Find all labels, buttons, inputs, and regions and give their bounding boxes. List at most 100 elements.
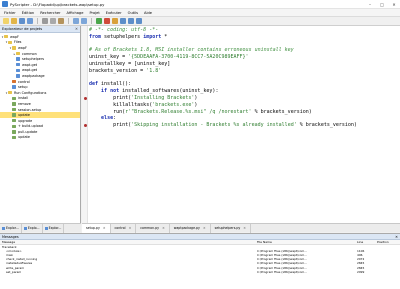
code-line[interactable]: if not installed_softwares(uninst_key):	[89, 88, 400, 95]
tree-item-label: + build-upload	[18, 124, 44, 129]
tree-item-label: pull-update	[18, 129, 38, 134]
column-position[interactable]: Position	[375, 240, 400, 244]
code-token: :	[113, 115, 117, 122]
code-line[interactable]	[89, 41, 400, 48]
code-token: % brackets_version)	[296, 122, 357, 129]
explorer-icon	[23, 226, 27, 230]
editor-tab[interactable]: common.py ×	[136, 223, 170, 233]
editor-tab-label: setup.py	[86, 226, 100, 230]
tab-label: Explor...	[48, 226, 62, 230]
code-token: print(	[89, 122, 132, 129]
code-line[interactable]: from setuphelpers import *	[89, 34, 400, 41]
py-icon	[16, 57, 20, 61]
editor-tab[interactable]: control ×	[111, 223, 137, 233]
code-line[interactable]: print('Installing Brackets')	[84, 94, 400, 102]
code-token: install():	[98, 81, 132, 88]
menu-item-fichier[interactable]: Fichier	[4, 11, 16, 15]
code-line[interactable]: uninst_key = '{5DDEAAFA-3700-4119-8CC7-5…	[89, 54, 400, 61]
copy-icon[interactable]	[50, 18, 56, 24]
menu-item-aide[interactable]: Aide	[144, 11, 152, 15]
code-line[interactable]: brackets_version = '1.8'	[89, 68, 400, 75]
tab-explorer-3[interactable]: Explor...	[43, 223, 65, 233]
save-icon[interactable]	[19, 18, 25, 24]
code-token: else	[101, 115, 114, 122]
editor-tab[interactable]: waptpackage.py ×	[170, 223, 211, 233]
close-icon[interactable]: ✕	[75, 27, 78, 31]
step-over-icon[interactable]	[128, 18, 134, 24]
tree-item-label: wapt-get	[22, 68, 38, 73]
message-message: set_param	[6, 269, 22, 274]
code-token: )	[194, 101, 198, 108]
step-out-icon[interactable]	[136, 18, 142, 24]
tab-explorer-1[interactable]: Explor...	[0, 223, 22, 233]
debug-icon[interactable]	[112, 18, 118, 24]
lnk-icon	[12, 113, 16, 117]
code-editor[interactable]: # -*- coding: utf-8 -*- from setuphelpers…	[82, 26, 400, 223]
code-token: r'"Brackets.Release.%s.msi" /q /norestar…	[125, 108, 252, 115]
code-token: )	[194, 94, 198, 101]
menu-item-rechercher[interactable]: Rechercher	[40, 11, 60, 15]
redo-icon[interactable]	[81, 18, 87, 24]
close-icon[interactable]: ✕	[388, 0, 400, 9]
close-tab-icon[interactable]: ×	[243, 226, 246, 230]
menu-item-affichage[interactable]: Affichage	[67, 11, 84, 15]
code-line[interactable]: def install():	[89, 81, 400, 88]
pyscripter-logo-icon	[2, 1, 8, 7]
column-file-name[interactable]: File Name	[255, 240, 355, 244]
code-token: % brackets_version)	[251, 108, 312, 115]
code-line[interactable]: # As of Brackets 1.8, MSI installer cont…	[89, 47, 400, 54]
code-line[interactable]: run(r'"Brackets.Release.%s.msi" /q /nore…	[89, 109, 400, 116]
folder-icon	[12, 46, 16, 50]
code-line[interactable]	[89, 75, 400, 82]
menu-item-projet[interactable]: Projet	[89, 11, 99, 15]
menu-item-edition[interactable]: Édition	[22, 11, 34, 15]
tab-label: Explo...	[27, 226, 40, 230]
py-icon	[16, 63, 20, 67]
run-icon[interactable]	[96, 18, 102, 24]
tree-item-label: remove	[18, 101, 31, 106]
close-tab-icon[interactable]: ×	[129, 226, 132, 230]
code-line[interactable]: # -*- coding: utf-8 -*-	[89, 27, 400, 34]
editor-tab[interactable]: setup.py ×	[82, 223, 111, 233]
maximize-icon[interactable]: □	[376, 0, 388, 9]
column-line[interactable]: Line	[355, 240, 375, 244]
stop-icon[interactable]	[104, 18, 110, 24]
code-line[interactable]: killalltasks('brackets.exe')	[89, 102, 400, 109]
minimize-icon[interactable]: –	[364, 0, 376, 9]
code-token: setuphelpers	[101, 33, 144, 40]
tab-explorer-2[interactable]: Explo...	[22, 223, 43, 233]
close-icon[interactable]: ✕	[395, 235, 398, 239]
folder-icon	[8, 91, 12, 95]
editor-tab[interactable]: setuphelpers.py ×	[211, 223, 251, 233]
column-message[interactable]: Message	[0, 240, 255, 244]
tree-item-label: update	[18, 113, 30, 118]
step-into-icon[interactable]	[120, 18, 126, 24]
code-line[interactable]: else:	[89, 115, 400, 122]
project-tree: ▾ wapF ▾ Files ▾ wapF ▸ common setuphelpers wapt-…	[0, 33, 80, 140]
save-all-icon[interactable]	[27, 18, 33, 24]
open-folder-icon[interactable]	[11, 18, 17, 24]
new-file-icon[interactable]	[3, 18, 9, 24]
editor-tab-label: common.py	[140, 226, 160, 230]
close-tab-icon[interactable]: ×	[162, 226, 165, 230]
message-file: C:\Program Files (x86)\wapt\com...	[257, 269, 307, 274]
undo-icon[interactable]	[73, 18, 79, 24]
close-tab-icon[interactable]: ×	[103, 226, 106, 230]
code-line[interactable]: uninstallkey = [uninst_key]	[89, 61, 400, 68]
message-row[interactable]: set_param C:\Program Files (x86)\wapt\com…	[0, 270, 400, 274]
code-token: 'Installing Brackets'	[131, 94, 195, 101]
menu-item-outils[interactable]: Outils	[128, 11, 138, 15]
toolbar-divider	[68, 18, 69, 24]
cut-icon[interactable]	[42, 18, 48, 24]
project-explorer-header: Explorateur de projets ✕	[0, 26, 80, 33]
code-line[interactable]: print('Skipping installation - Brackets …	[84, 122, 400, 129]
editor-tab-label: control	[114, 226, 126, 230]
tree-item[interactable]: update	[0, 135, 80, 141]
menu-item-executer[interactable]: Exécuter	[106, 11, 122, 15]
code-token: killalltasks(	[89, 101, 153, 108]
paste-icon[interactable]	[58, 18, 64, 24]
code-area[interactable]: # -*- coding: utf-8 -*- from setuphelpers…	[84, 27, 400, 129]
close-tab-icon[interactable]: ×	[203, 226, 206, 230]
